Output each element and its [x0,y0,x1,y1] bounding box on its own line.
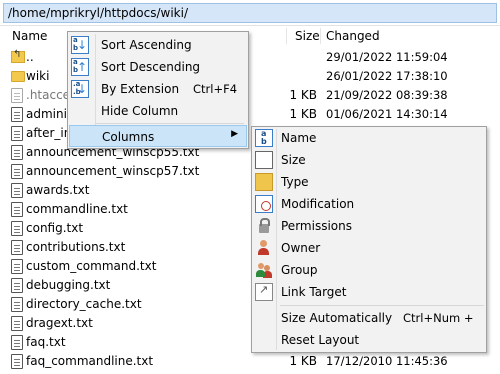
file-icon [11,183,23,198]
file-icon [11,164,23,179]
column-context-menu: a b ↓ Sort Ascending a b ↑ Sort Descending .… [67,31,249,149]
menu-item-column-permissions[interactable]: Permissions [253,215,485,237]
menu-item-size-automatically[interactable]: Size Automatically Ctrl+Num + [253,307,485,329]
menu-item-label: Group [281,263,318,277]
name-column-icon: ab [255,129,273,147]
menu-item-label: Modification [281,197,355,211]
parent-dir-icon [11,49,25,63]
file-name: announcement_winscp57.txt [26,164,200,178]
file-icon [11,335,23,350]
column-divider[interactable] [286,28,287,44]
column-divider[interactable] [320,28,321,44]
file-name: commandline.txt [26,202,128,216]
submenu-arrow-icon: ▶ [231,129,238,139]
lock-icon [259,218,270,233]
menu-item-hide-column[interactable]: Hide Column [69,100,247,122]
sort-ascending-icon: a b ↓ [71,36,89,54]
file-changed: 01/06/2021 14:30:14 [326,107,448,121]
menu-item-reset-layout[interactable]: Reset Layout [253,329,485,351]
sort-descending-icon: a b ↑ [71,58,89,76]
menu-item-label: Reset Layout [281,333,360,347]
file-name: awards.txt [26,183,90,197]
user-icon [255,239,273,257]
group-icon [255,261,273,279]
menu-item-column-name[interactable]: ab Name [253,127,485,149]
file-size: 1 KB [289,354,317,368]
file-icon [11,278,23,293]
menu-item-label: Hide Column [101,104,179,118]
menu-item-label: Size [281,153,306,167]
menu-item-column-modification[interactable]: Modification [253,193,485,215]
file-icon [11,145,23,160]
menu-item-column-size[interactable]: Size [253,149,485,171]
file-icon [11,126,23,141]
menu-item-label: Size Automatically [281,311,393,325]
menu-item-column-owner[interactable]: Owner [253,237,485,259]
file-changed: 26/01/2022 17:38:10 [326,69,448,83]
menu-separator [96,123,244,124]
file-name: contributions.txt [26,240,126,254]
sort-by-extension-icon: .a .b ↓ [71,80,89,98]
file-changed: 21/09/2022 08:39:38 [326,88,448,102]
menu-item-column-group[interactable]: Group [253,259,485,281]
type-column-icon [255,173,273,191]
file-icon [11,221,23,236]
menu-item-shortcut: Ctrl+Num + [403,311,474,325]
menu-item-sort-ascending[interactable]: a b ↓ Sort Ascending [69,34,247,56]
column-header-size[interactable]: Size [295,29,320,43]
file-icon [11,107,23,122]
file-icon [11,240,23,255]
file-name: wiki [26,69,50,83]
file-icon [11,297,23,312]
columns-submenu: ab Name Size Type Modification Permissio… [251,126,487,353]
file-name: directory_cache.txt [26,297,142,311]
menu-item-label: Columns [102,130,155,144]
folder-icon [11,71,25,82]
size-column-icon [255,151,273,169]
menu-item-label: Sort Ascending [101,38,192,52]
column-header-name[interactable]: Name [12,29,47,43]
menu-item-shortcut: Ctrl+F4 [193,82,238,96]
menu-item-label: Permissions [281,219,352,233]
file-changed: 29/01/2022 11:59:04 [326,50,448,64]
file-icon [11,354,23,369]
file-size: 1 KB [289,107,317,121]
menu-item-sort-descending[interactable]: a b ↑ Sort Descending [69,56,247,78]
menu-item-column-link-target[interactable]: Link Target [253,281,485,303]
menu-separator [280,305,484,306]
menu-item-label: By Extension [101,82,180,96]
file-name: dragext.txt [26,316,93,330]
file-name: custom_command.txt [26,259,157,273]
menu-item-by-extension[interactable]: .a .b ↓ By Extension Ctrl+F4 [69,78,247,100]
column-header-changed[interactable]: Changed [326,29,380,43]
menu-item-label: Owner [281,241,321,255]
menu-item-label: Name [281,131,317,145]
file-name: faq_commandline.txt [26,354,154,368]
menu-item-column-type[interactable]: Type [253,171,485,193]
file-name: .. [26,50,34,64]
modification-column-icon [255,195,273,213]
file-name: config.txt [26,221,84,235]
file-size: 1 KB [289,88,317,102]
menu-item-label: Sort Descending [101,60,201,74]
file-row[interactable]: faq_commandline.txt 1 KB 17/12/2010 11:4… [0,352,500,371]
file-icon [11,316,23,331]
link-target-icon [255,283,273,301]
menu-item-label: Type [281,175,309,189]
path-field[interactable]: /home/mprikryl/httpdocs/wiki/ [3,3,497,23]
menu-item-columns[interactable]: Columns ▶ [69,125,247,147]
path-bar: /home/mprikryl/httpdocs/wiki/ [0,0,500,26]
file-icon [11,202,23,217]
menu-item-label: Link Target [281,285,347,299]
file-icon [11,259,23,274]
file-changed: 17/12/2010 11:45:36 [326,354,448,368]
file-name: faq.txt [26,335,66,349]
file-name: debugging.txt [26,278,111,292]
hidden-file-icon [11,88,23,103]
